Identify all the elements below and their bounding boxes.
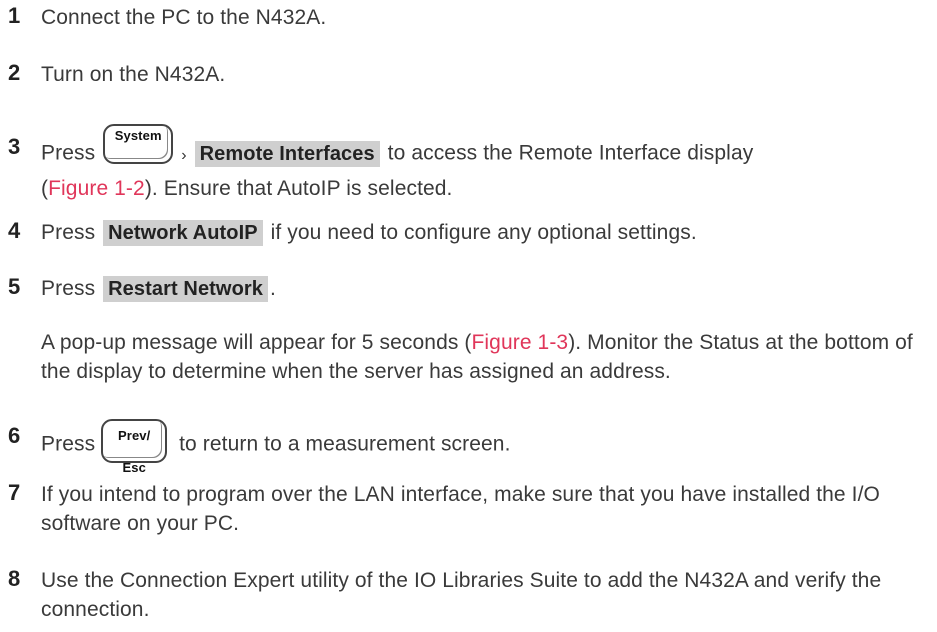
step-content: Press Restart Network. [41,274,921,303]
softkey-restart-network: Restart Network [103,276,269,302]
step-text: If you intend to program over the LAN in… [41,483,880,535]
step-number: 5 [8,274,21,299]
step-prefix: Press [41,141,96,165]
step-text: Turn on the N432A. [41,63,226,86]
step-suffix: to return to a measurement screen. [179,432,511,456]
step-suffix: . [270,277,276,300]
softkey-remote-interfaces: Remote Interfaces [194,140,380,167]
step-prefix: Press [41,277,96,300]
system-key-label: System [114,128,162,143]
softkey-network-autoip: Network AutoIP [103,220,263,246]
prev-esc-key-label: Prev/Esc [103,421,165,475]
step-middle-text: to access the Remote Interface display [387,141,754,165]
esc-label: Esc [122,460,146,475]
step-suffix: ). Ensure that AutoIP is selected. [144,177,453,200]
step-number: 1 [8,3,21,28]
step-note: A pop-up message will appear for 5 secon… [41,328,921,386]
prev-label: Prev/ [118,428,151,443]
prev-esc-key: Prev/Esc [101,419,168,475]
step-content: Press System › Remote Interfaces to access … [41,124,921,203]
step-prefix: Press [41,221,96,244]
step-number: 7 [8,480,21,505]
step-content: Press Network AutoIP if you need to conf… [41,218,921,247]
figure-link-1-3[interactable]: Figure 1-3 [471,331,568,354]
menu-separator: › [181,146,187,164]
step-text: Use the Connection Expert utility of the… [41,569,882,621]
step-number: 6 [8,423,21,448]
system-key: System [103,124,174,164]
step-text: Connect the PC to the N432A. [41,6,327,29]
step-content: Press Prev/Esc to return to a measurement… [41,419,921,475]
step-number: 8 [8,566,21,591]
step-number: 4 [8,218,21,243]
step-number: 3 [8,134,21,159]
step-suffix: if you need to configure any optional se… [270,221,697,244]
figure-link-1-2[interactable]: Figure 1-2 [48,177,145,200]
step-prefix: Press [41,432,96,456]
note-prefix: A pop-up message will appear for 5 secon… [41,331,472,354]
step-number: 2 [8,60,21,85]
